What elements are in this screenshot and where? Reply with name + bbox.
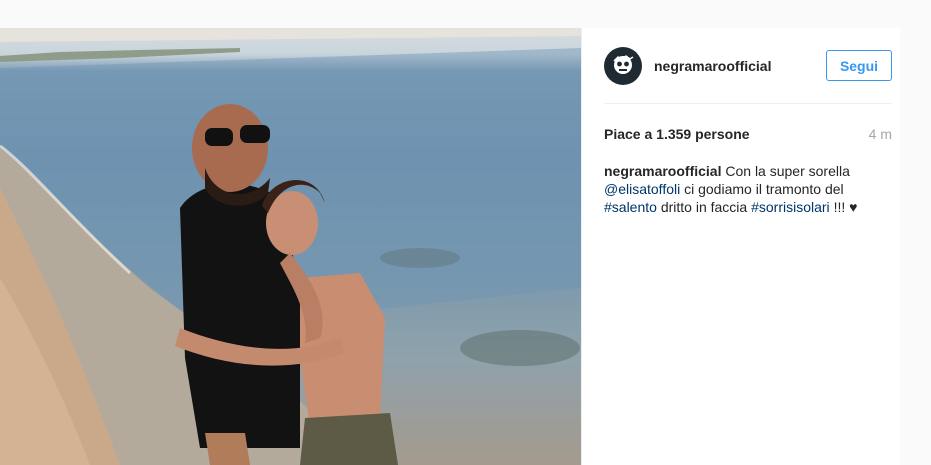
likes-row: Piace a 1.359 persone 4 m <box>604 124 892 144</box>
caption-username[interactable]: negramaroofficial <box>604 163 721 179</box>
caption-text: dritto in faccia <box>660 199 748 215</box>
top-bar <box>0 0 931 28</box>
skull-logo-icon <box>610 52 636 79</box>
likes-count[interactable]: Piace a 1.359 persone <box>604 126 750 142</box>
post-timestamp[interactable]: 4 m <box>869 126 892 142</box>
follow-button[interactable]: Segui <box>826 50 892 81</box>
caption-hashtag[interactable]: #sorrisisolari <box>751 199 830 215</box>
caption-mention[interactable]: @elisatoffoli <box>604 181 680 197</box>
caption-text: Con la super sorella <box>725 163 850 179</box>
caption-text: ci godiamo il tramonto del <box>684 181 844 197</box>
post-username[interactable]: negramaroofficial <box>654 58 826 74</box>
post-caption: negramaroofficial Con la super sorella @… <box>604 162 869 216</box>
post-header: negramaroofficial Segui <box>604 28 892 104</box>
caption-text: !!! ♥ <box>833 199 858 215</box>
beach-photo-illustration <box>0 28 581 465</box>
post-photo[interactable] <box>0 28 581 465</box>
post-dialog: negramaroofficial Segui Piace a 1.359 pe… <box>0 28 900 465</box>
post-sidebar: negramaroofficial Segui Piace a 1.359 pe… <box>581 28 900 465</box>
caption-hashtag[interactable]: #salento <box>604 199 657 215</box>
avatar[interactable] <box>604 46 642 85</box>
